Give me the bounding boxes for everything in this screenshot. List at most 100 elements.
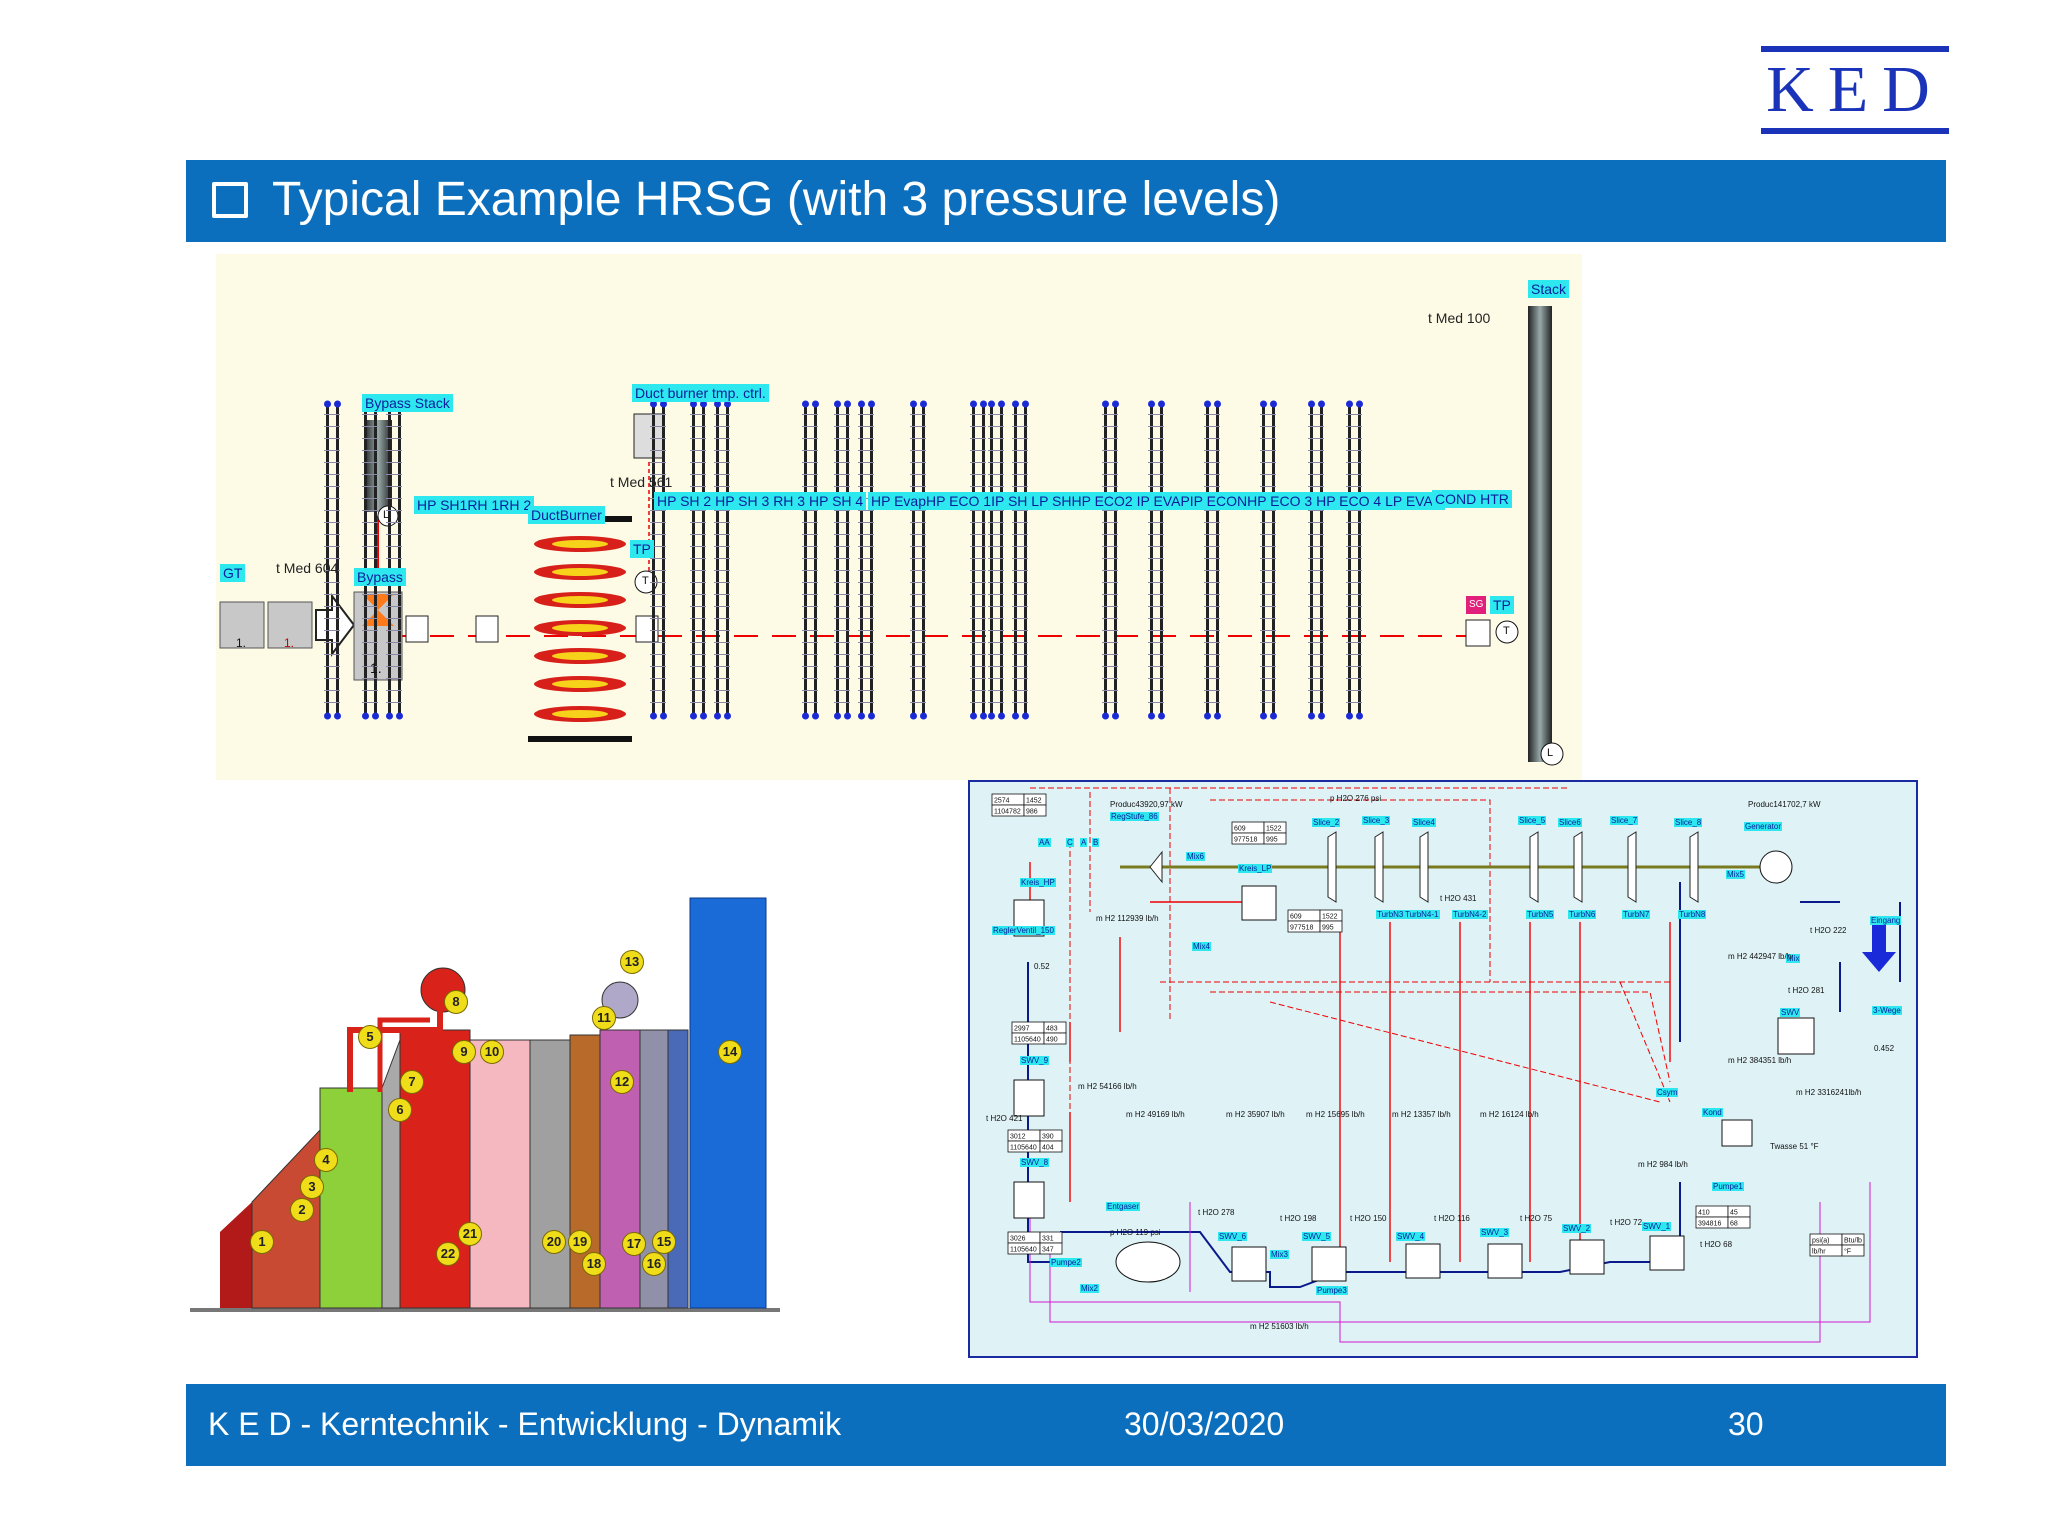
tube-fin: [714, 642, 730, 643]
tube-fin: [858, 582, 874, 583]
tube-fin: [858, 522, 874, 523]
tube-fin: [362, 630, 378, 631]
bypass-level-letter: L: [383, 509, 390, 521]
tube-fin: [650, 426, 666, 427]
tube-fin: [1012, 534, 1028, 535]
gt-label: GT: [220, 564, 246, 582]
tube-fin: [988, 546, 1004, 547]
slice-label: Slice_8: [1674, 818, 1703, 827]
tube-fin: [1102, 690, 1118, 691]
tube-fin: [1204, 558, 1220, 559]
tube-fin: [1102, 570, 1118, 571]
tube-fin: [802, 630, 818, 631]
tube-fin: [1012, 426, 1028, 427]
tube-header: [868, 400, 875, 408]
tube-fin: [1012, 630, 1028, 631]
tube-fin: [1346, 474, 1362, 475]
tube-fin: [1308, 474, 1324, 475]
tube-fin: [1148, 426, 1164, 427]
tube-fin: [802, 450, 818, 451]
tube-fin: [988, 678, 1004, 679]
tube-fin: [1260, 666, 1276, 667]
tube-header: [1214, 712, 1221, 720]
tube-banks: [324, 400, 1363, 720]
tube-header: [998, 400, 1005, 408]
tube-fin: [1204, 414, 1220, 415]
tp-label-1: TP: [630, 540, 654, 558]
tube-header: [1012, 712, 1019, 720]
tube-header: [386, 712, 393, 720]
mixer-label: Mix3: [1270, 1250, 1289, 1259]
tube-fin: [386, 618, 402, 619]
tube-fin: [1012, 510, 1028, 511]
tube-fin: [802, 570, 818, 571]
tube-fin: [690, 426, 706, 427]
slide-title: Typical Example HRSG (with 3 pressure le…: [272, 173, 1281, 226]
tube-fin: [910, 666, 926, 667]
tube-fin: [988, 450, 1004, 451]
tube-fin: [386, 546, 402, 547]
tube-fin: [910, 630, 926, 631]
data-table-value: 1522: [1322, 914, 1338, 921]
deaerator-tank: [1115, 1241, 1181, 1283]
turbine-label: TurbN7: [1622, 910, 1651, 919]
tube-fin: [970, 678, 986, 679]
slice-label: Slice_7: [1610, 816, 1639, 825]
tube-header: [1308, 400, 1315, 408]
mixer-label: Mix6: [1186, 852, 1205, 861]
data-table-value: °F: [1844, 1248, 1851, 1256]
tube-fin: [1308, 462, 1324, 463]
tube-fin: [386, 558, 402, 559]
valve-label: B: [1092, 838, 1100, 847]
hp-superheater-section: [319, 1087, 383, 1309]
tube-fin: [1102, 546, 1118, 547]
tube-fin: [1308, 450, 1324, 451]
tube-fin: [714, 666, 730, 667]
temperature-label: t H2O 222: [1810, 926, 1847, 935]
mass-flow-label: m H2 3316241lb/h: [1796, 1088, 1862, 1097]
tube-fin: [1204, 546, 1220, 547]
boiler-marker-14: 14: [718, 1040, 742, 1064]
tube-fin: [1308, 522, 1324, 523]
tube-fin: [386, 474, 402, 475]
tube-fin: [802, 558, 818, 559]
tube-fin: [690, 678, 706, 679]
tube-fin: [650, 534, 666, 535]
tube-fin: [1102, 618, 1118, 619]
tube-fin: [324, 582, 340, 583]
sections-label-c: HP EvapHP ECO 1IP SH LP SHHP ECO2 IP EVA…: [868, 492, 1446, 510]
tube-fin: [988, 426, 1004, 427]
tube-fin: [970, 642, 986, 643]
product2-label: Produc141702,7 kW: [1748, 800, 1821, 809]
tube-fin: [858, 666, 874, 667]
data-table-value: 986: [1026, 809, 1038, 816]
tube-header: [1214, 400, 1221, 408]
tube-fin: [1102, 582, 1118, 583]
tube-fin: [1102, 462, 1118, 463]
tube-fin: [650, 414, 666, 415]
boiler-marker-9: 9: [452, 1040, 476, 1064]
tube-fin: [1260, 438, 1276, 439]
boiler-marker-4: 4: [314, 1148, 338, 1172]
tube-fin: [1260, 450, 1276, 451]
tube-fin: [690, 534, 706, 535]
gas-inlet-duct: [220, 1202, 252, 1308]
generator-label: Generator: [1744, 822, 1783, 831]
tube-fin: [910, 438, 926, 439]
tube-fin: [1102, 510, 1118, 511]
tube-fin: [970, 522, 986, 523]
tube-fin: [970, 618, 986, 619]
tube-fin: [1260, 486, 1276, 487]
tube-fin: [834, 630, 850, 631]
tube-fin: [714, 438, 730, 439]
tube-fin: [1148, 462, 1164, 463]
tube-fin: [834, 462, 850, 463]
tube-fin: [910, 678, 926, 679]
tube-fin: [1260, 642, 1276, 643]
tube-fin: [1204, 618, 1220, 619]
tube-fin: [858, 558, 874, 559]
temperature-label: t H2O 72: [1610, 1218, 1643, 1227]
tube-fin: [834, 594, 850, 595]
process-scheme-diagram: 2574 1452 1104782 986 609 1522 977518 995 609 152…: [968, 780, 1918, 1358]
gt-label-3: 1.: [370, 660, 382, 676]
